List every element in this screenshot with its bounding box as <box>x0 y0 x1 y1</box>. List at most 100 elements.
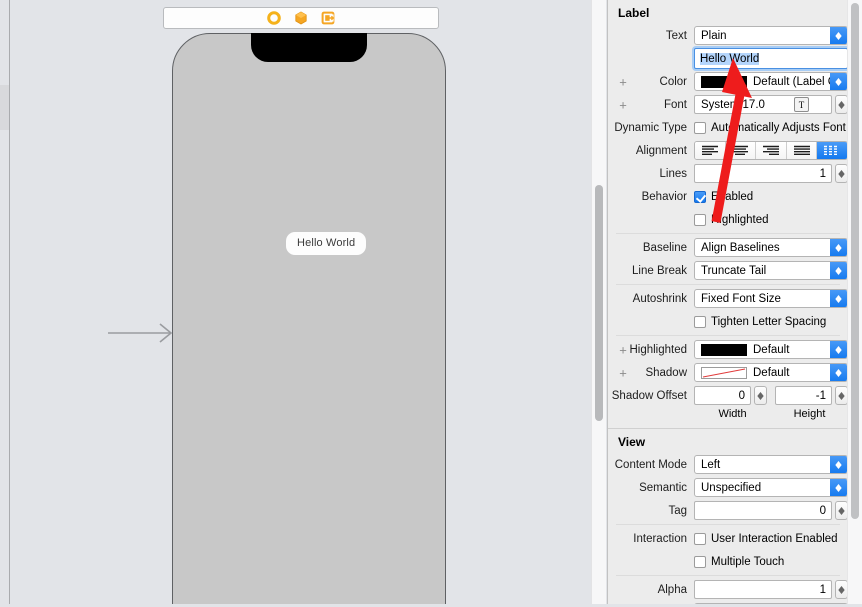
row-tighten-letter-spacing: Tighten Letter Spacing <box>608 311 848 332</box>
label-dynamic-type: Dynamic Type <box>614 121 687 134</box>
label-line-break: Line Break <box>632 264 687 277</box>
interaction-multitouch-label: Multiple Touch <box>711 555 785 568</box>
device-notch <box>251 33 367 62</box>
chevron-updown-icon[interactable] <box>830 73 847 90</box>
storyboard-canvas[interactable]: Hello World <box>10 0 606 604</box>
canvas-scrollbar-thumb[interactable] <box>595 185 603 421</box>
interaction-user-checkbox[interactable]: User Interaction Enabled <box>694 532 838 545</box>
text-color-popup[interactable]: Default (Label C... <box>694 72 848 91</box>
chevron-updown-icon[interactable] <box>830 239 847 256</box>
xcode-interface-builder: Hello World Label Text Plain Hello World + Co… <box>0 0 862 604</box>
line-break-value: Truncate Tail <box>701 264 767 277</box>
chevron-updown-icon[interactable] <box>830 456 847 473</box>
semantic-value: Unspecified <box>701 481 762 494</box>
shadow-color-popup[interactable]: Default <box>694 363 848 382</box>
shadow-offset-width-stepper[interactable] <box>754 386 767 405</box>
content-mode-popup[interactable]: Left <box>694 455 848 474</box>
shadow-offset-width-value: 0 <box>738 389 745 402</box>
row-interaction-multitouch: Multiple Touch <box>608 551 848 572</box>
text-style-popup[interactable]: Plain <box>694 26 848 45</box>
chevron-updown-icon[interactable] <box>830 341 847 358</box>
align-left-button[interactable] <box>695 142 726 159</box>
chevron-updown-icon[interactable] <box>830 364 847 381</box>
lines-input[interactable]: 1 <box>694 164 832 183</box>
checkbox-box[interactable] <box>694 213 706 226</box>
highlighted-color-value: Default <box>753 343 790 356</box>
tag-value: 0 <box>819 504 826 517</box>
alignment-segmented-control[interactable] <box>694 141 848 160</box>
add-variation-icon[interactable]: + <box>618 98 628 111</box>
label-preview-text: Hello World <box>297 237 356 249</box>
scene-dock[interactable] <box>163 7 439 29</box>
row-shadow-color: + Shadow Default <box>608 362 848 383</box>
canvas-vertical-scrollbar[interactable] <box>591 0 606 604</box>
behavior-highlighted-label: Highlighted <box>711 213 769 226</box>
shadow-offset-width-input[interactable]: 0 <box>694 386 751 405</box>
checkbox-box[interactable] <box>694 532 706 545</box>
color-swatch[interactable] <box>701 75 747 88</box>
row-shadow-offset-captions: Width Height <box>608 408 848 423</box>
label-text-style: Text <box>665 29 687 42</box>
row-behavior-enabled: Behavior Enabled <box>608 186 848 207</box>
chevron-updown-icon[interactable] <box>830 479 847 496</box>
shadow-color-value: Default <box>753 366 790 379</box>
navigator-collapse-handle[interactable] <box>0 85 9 130</box>
align-right-button[interactable] <box>756 142 787 159</box>
row-semantic: Semantic Unspecified <box>608 477 848 498</box>
text-style-value: Plain <box>701 29 727 42</box>
behavior-enabled-checkbox[interactable]: Enabled <box>694 190 753 203</box>
first-responder-icon[interactable] <box>294 11 308 25</box>
highlighted-color-popup[interactable]: Default <box>694 340 848 359</box>
tag-input[interactable]: 0 <box>694 501 832 520</box>
behavior-highlighted-checkbox[interactable]: Highlighted <box>694 213 769 226</box>
checkbox-box[interactable] <box>694 121 706 134</box>
font-value: System 17.0 <box>701 98 765 111</box>
label-lines: Lines <box>659 167 688 180</box>
inspector-scrollbar-thumb[interactable] <box>851 3 859 519</box>
attributes-inspector[interactable]: Label Text Plain Hello World + Color Default (… <box>607 0 862 604</box>
checkbox-box[interactable] <box>694 555 706 568</box>
checkbox-box[interactable] <box>694 315 706 328</box>
label-preview[interactable]: Hello World <box>286 232 367 255</box>
chevron-updown-icon[interactable] <box>830 27 847 44</box>
row-line-break: Line Break Truncate Tail <box>608 260 848 281</box>
row-alpha: Alpha 1 <box>608 579 848 600</box>
add-variation-icon[interactable]: + <box>618 75 628 88</box>
row-baseline: Baseline Align Baselines <box>608 237 848 258</box>
color-swatch[interactable] <box>701 343 747 356</box>
line-break-popup[interactable]: Truncate Tail <box>694 261 848 280</box>
checkbox-box[interactable] <box>694 190 706 203</box>
align-justified-button[interactable] <box>786 142 818 159</box>
chevron-updown-icon[interactable] <box>830 290 847 307</box>
divider <box>616 575 840 576</box>
align-center-button[interactable] <box>725 142 757 159</box>
lines-value: 1 <box>819 167 826 180</box>
exit-icon[interactable] <box>321 11 335 25</box>
row-tag: Tag 0 <box>608 500 848 521</box>
row-shadow-offset: Shadow Offset 0 -1 <box>608 385 848 406</box>
alpha-input[interactable]: 1 <box>694 580 832 599</box>
color-swatch[interactable] <box>701 366 747 379</box>
shadow-offset-height-input[interactable]: -1 <box>775 386 832 405</box>
baseline-popup[interactable]: Align Baselines <box>694 238 848 257</box>
inspector-vertical-scrollbar[interactable] <box>847 0 862 604</box>
dynamic-type-checkbox[interactable]: Automatically Adjusts Font <box>694 121 846 134</box>
label-tag: Tag <box>668 504 687 517</box>
label-autoshrink: Autoshrink <box>632 292 687 305</box>
align-natural-button[interactable] <box>817 142 847 159</box>
font-picker-icon[interactable]: T <box>794 97 809 112</box>
dynamic-type-label: Automatically Adjusts Font <box>711 121 846 134</box>
label-baseline: Baseline <box>642 241 687 254</box>
add-variation-icon[interactable]: + <box>618 366 628 379</box>
text-value-input[interactable]: Hello World <box>694 48 848 69</box>
view-controller-icon[interactable] <box>267 11 281 25</box>
row-text-style: Text Plain <box>608 25 848 46</box>
autoshrink-popup[interactable]: Fixed Font Size <box>694 289 848 308</box>
add-variation-icon[interactable]: + <box>618 343 628 356</box>
font-field[interactable]: System 17.0 T <box>694 95 832 114</box>
alpha-value: 1 <box>819 583 826 596</box>
interaction-multitouch-checkbox[interactable]: Multiple Touch <box>694 555 785 568</box>
chevron-updown-icon[interactable] <box>830 262 847 279</box>
semantic-popup[interactable]: Unspecified <box>694 478 848 497</box>
tighten-letter-spacing-checkbox[interactable]: Tighten Letter Spacing <box>694 315 826 328</box>
